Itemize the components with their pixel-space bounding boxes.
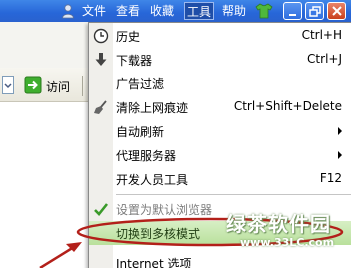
menu-item-shortcut: F12	[319, 171, 342, 185]
menu-help[interactable]: 帮助	[220, 2, 248, 20]
menu-item-label: 广告过滤	[116, 77, 165, 91]
minimize-button[interactable]	[283, 2, 302, 20]
menu-item-clear-traces[interactable]: 清除上网痕迹 Ctrl+Shift+Delete	[89, 96, 351, 118]
menu-item-shortcut: Ctrl+J	[307, 52, 342, 66]
menu-item-downloader[interactable]: 下载器 Ctrl+J	[89, 49, 351, 71]
menu-view[interactable]: 查看	[114, 2, 142, 20]
menu-favorites[interactable]: 收藏	[148, 2, 176, 20]
menu-item-label: 代理服务器	[116, 149, 177, 163]
menu-tools[interactable]: 工具	[184, 2, 215, 20]
submenu-arrow-icon	[338, 127, 342, 135]
menu-item-label: 开发人员工具	[116, 173, 189, 187]
menu-item-label: 历史	[116, 30, 141, 44]
menu-item-label: 切换到多核模式	[116, 227, 201, 241]
menu-file[interactable]: 文件	[80, 2, 108, 20]
menu-item-ad-filter[interactable]: 广告过滤	[89, 72, 351, 94]
watermark-url: www.33LC.com	[240, 236, 335, 249]
go-arrow-icon	[24, 76, 42, 94]
menu-item-label: 设置为默认浏览器	[116, 203, 213, 217]
menu-item-shortcut: Ctrl+H	[301, 28, 342, 42]
menu-separator	[116, 194, 351, 195]
menu-item-proxy[interactable]: 代理服务器	[89, 144, 351, 166]
menu-item-history[interactable]: 历史 Ctrl+H	[89, 25, 351, 47]
watermark-title: 绿茶软件园	[226, 212, 331, 236]
menu-item-label: 自动刷新	[116, 125, 165, 139]
menu-item-label: 下载器	[116, 54, 153, 68]
download-arrow-icon	[95, 53, 107, 66]
menu-item-dev-tools[interactable]: 开发人员工具 F12	[89, 168, 351, 190]
skin-shirt-icon[interactable]	[255, 3, 273, 19]
menu-item-label: 清除上网痕迹	[116, 101, 189, 115]
broom-icon	[94, 100, 107, 114]
restore-button[interactable]	[305, 2, 324, 20]
address-dropdown[interactable]	[2, 76, 14, 94]
menu-item-label: Internet 选项	[116, 257, 192, 268]
menu-item-shortcut: Ctrl+Shift+Delete	[233, 99, 342, 113]
minimize-icon	[289, 14, 296, 16]
toolbar-divider	[82, 76, 83, 96]
close-icon	[332, 6, 342, 16]
go-button[interactable]: 访问	[24, 76, 76, 96]
checkmark-icon	[94, 203, 109, 216]
menu-item-auto-refresh[interactable]: 自动刷新	[89, 120, 351, 142]
close-button[interactable]	[327, 2, 346, 20]
watermark: 绿茶软件园 www.33LC.com	[226, 208, 351, 266]
chevron-down-icon	[4, 83, 12, 89]
page-content	[0, 102, 90, 268]
restore-icon	[309, 6, 321, 17]
title-bar: 文件 查看 收藏 工具 帮助	[0, 0, 351, 22]
history-clock-icon	[93, 28, 109, 44]
submenu-arrow-icon	[338, 151, 342, 159]
go-label: 访问	[46, 80, 71, 94]
user-icon[interactable]	[60, 3, 76, 19]
